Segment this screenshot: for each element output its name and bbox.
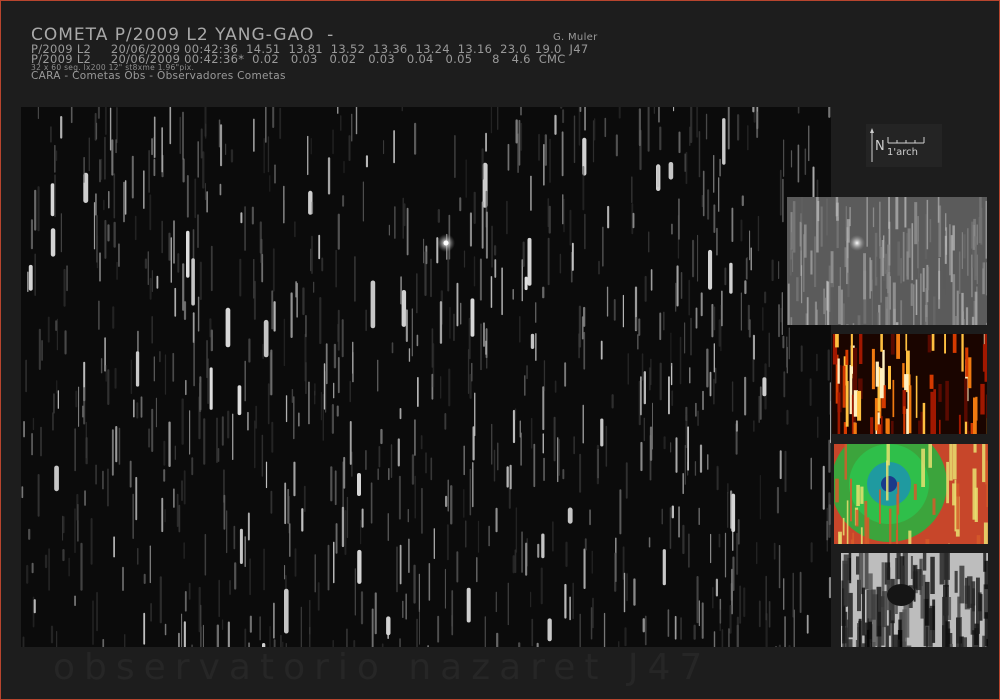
isophote-image — [834, 444, 988, 544]
observatory-watermark: observatorio nazaret J47 — [53, 647, 712, 688]
comet-crop-thumbnail — [787, 197, 987, 325]
heat-map-image — [832, 334, 987, 434]
scale-label: 1'arch — [887, 147, 918, 158]
north-label: N — [875, 139, 885, 154]
false-color-heat-thumbnail — [832, 334, 987, 434]
processed-negative-thumbnail — [841, 553, 988, 647]
orientation-box: N 1'arch — [866, 124, 942, 167]
star-trails — [21, 107, 831, 647]
image-frame: COMETA P/2009 L2 YANG-GAO - G. Muler P/2… — [0, 0, 1000, 700]
star-field-image — [21, 107, 831, 647]
isophote-thumbnail — [834, 444, 988, 544]
comet-crop-image — [787, 197, 987, 325]
negative-image — [841, 553, 988, 647]
organization-line: CARA - Cometas Obs - Observadores Cometa… — [31, 70, 286, 82]
